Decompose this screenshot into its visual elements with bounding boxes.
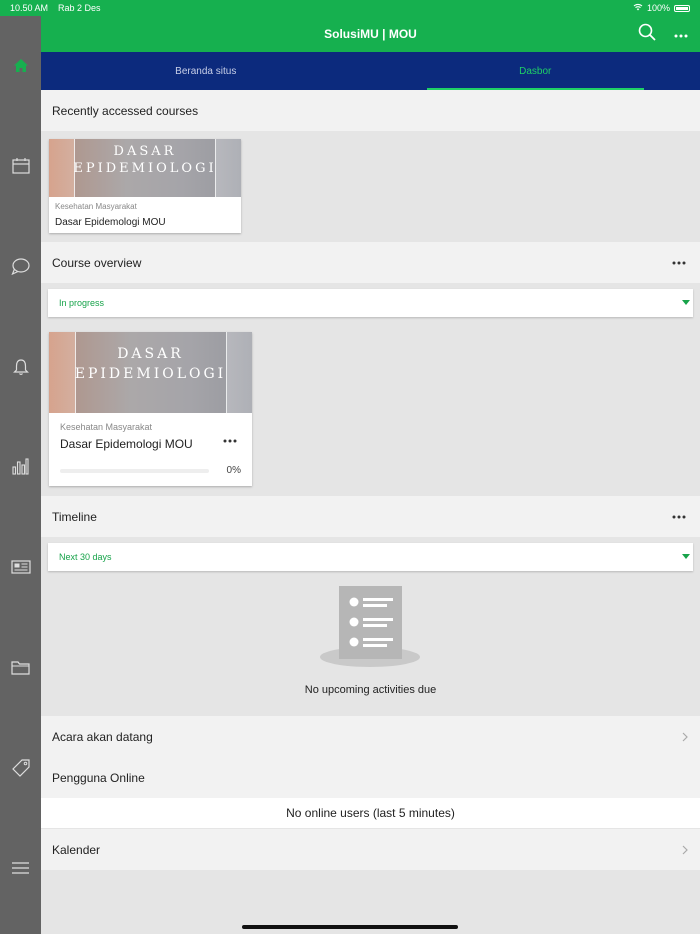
sidebar-item-calendar[interactable] bbox=[0, 153, 41, 183]
upcoming-events-title: Acara akan datang bbox=[52, 729, 153, 744]
battery-percent: 100% bbox=[646, 3, 670, 13]
online-users-header: Pengguna Online bbox=[41, 757, 700, 798]
course-more-icon[interactable] bbox=[223, 430, 237, 448]
online-users-empty-text: No online users (last 5 minutes) bbox=[41, 798, 700, 828]
status-time: 10.50 AM bbox=[10, 3, 49, 13]
timeline-filter-dropdown[interactable]: Next 30 days bbox=[48, 543, 693, 571]
more-options-icon[interactable] bbox=[674, 25, 688, 43]
app-bar: SolusiMU | MOU bbox=[41, 16, 700, 52]
sidebar-item-notifications[interactable] bbox=[0, 354, 41, 384]
course-image: DASAR EPIDEMIOLOGI bbox=[49, 139, 241, 197]
home-indicator bbox=[242, 925, 458, 929]
sidebar-item-files[interactable] bbox=[0, 655, 41, 685]
timeline-title: Timeline bbox=[52, 509, 97, 524]
chevron-right-icon bbox=[682, 829, 688, 870]
chevron-right-icon bbox=[682, 716, 688, 757]
calendar-title: Kalender bbox=[52, 842, 101, 857]
timeline-empty-text: No upcoming activities due bbox=[304, 684, 437, 696]
course-image-title-1: DASAR bbox=[113, 144, 177, 159]
calendar-icon bbox=[11, 157, 30, 179]
course-filter-dropdown[interactable]: In progress bbox=[48, 289, 693, 317]
sidebar-item-menu[interactable] bbox=[0, 855, 41, 885]
course-overview-title: Course overview bbox=[52, 255, 142, 270]
course-category: Kesehatan Masyarakat bbox=[55, 202, 137, 211]
folder-icon bbox=[11, 660, 30, 680]
recent-courses-title: Recently accessed courses bbox=[52, 103, 199, 118]
status-date: Rab 2 Des bbox=[58, 3, 101, 13]
sidebar-item-home[interactable] bbox=[0, 53, 41, 83]
sidebar-item-grades[interactable] bbox=[0, 454, 41, 484]
status-right: 100% bbox=[633, 3, 690, 13]
course-progress-bar bbox=[60, 468, 209, 473]
course-image-title-2: EPIDEMIOLOGI bbox=[73, 161, 217, 176]
upcoming-events-row[interactable]: Acara akan datang bbox=[41, 716, 700, 757]
overview-course-card[interactable]: DASAR EPIDEMIOLOGI Kesehatan Masyarakat … bbox=[49, 332, 252, 486]
course-category: Kesehatan Masyarakat bbox=[60, 422, 153, 432]
course-filter-value: In progress bbox=[59, 298, 105, 308]
sidebar-item-tags[interactable] bbox=[0, 755, 41, 785]
home-icon bbox=[13, 58, 29, 78]
calendar-row[interactable]: Kalender bbox=[41, 829, 700, 870]
battery-icon bbox=[674, 4, 690, 12]
course-overview-more-icon[interactable] bbox=[672, 242, 686, 283]
sidebar-item-messages[interactable] bbox=[0, 254, 41, 284]
chat-icon bbox=[11, 258, 30, 280]
search-icon[interactable] bbox=[638, 23, 656, 46]
tab-bar: Beranda situs Dasbor bbox=[41, 52, 700, 90]
bell-icon bbox=[12, 358, 29, 381]
wifi-icon bbox=[633, 3, 643, 13]
timeline-filter-value: Next 30 days bbox=[59, 552, 112, 562]
chevron-down-icon bbox=[682, 554, 690, 559]
app-title: SolusiMU | MOU bbox=[324, 27, 417, 41]
course-name[interactable]: Dasar Epidemologi MOU bbox=[55, 217, 235, 228]
tab-dasbor[interactable]: Dasbor bbox=[371, 52, 700, 90]
course-overview-header: Course overview bbox=[41, 242, 700, 283]
course-image-title-1: DASAR bbox=[117, 346, 184, 362]
course-progress-label: 0% bbox=[226, 465, 241, 476]
grades-icon bbox=[12, 458, 29, 480]
online-users-title: Pengguna Online bbox=[52, 770, 145, 785]
chevron-down-icon bbox=[682, 300, 690, 305]
status-bar: 10.50 AM Rab 2 Des 100% bbox=[0, 0, 700, 16]
timeline-more-icon[interactable] bbox=[672, 496, 686, 537]
tag-icon bbox=[11, 758, 30, 782]
course-image: DASAR EPIDEMIOLOGI bbox=[49, 332, 252, 413]
sidebar bbox=[0, 16, 41, 934]
app-actions bbox=[638, 16, 688, 52]
sidebar-item-news[interactable] bbox=[0, 554, 41, 584]
tab-beranda-situs[interactable]: Beranda situs bbox=[41, 52, 371, 90]
timeline-header: Timeline bbox=[41, 496, 700, 537]
course-image-title-2: EPIDEMIOLOGI bbox=[74, 366, 227, 382]
recent-courses-header: Recently accessed courses bbox=[41, 90, 700, 131]
menu-icon bbox=[12, 861, 29, 879]
recent-course-card[interactable]: DASAR EPIDEMIOLOGI Kesehatan Masyarakat … bbox=[49, 139, 241, 233]
course-name[interactable]: Dasar Epidemologi MOU bbox=[60, 437, 241, 451]
news-icon bbox=[10, 559, 31, 579]
empty-timeline-icon bbox=[320, 583, 421, 674]
